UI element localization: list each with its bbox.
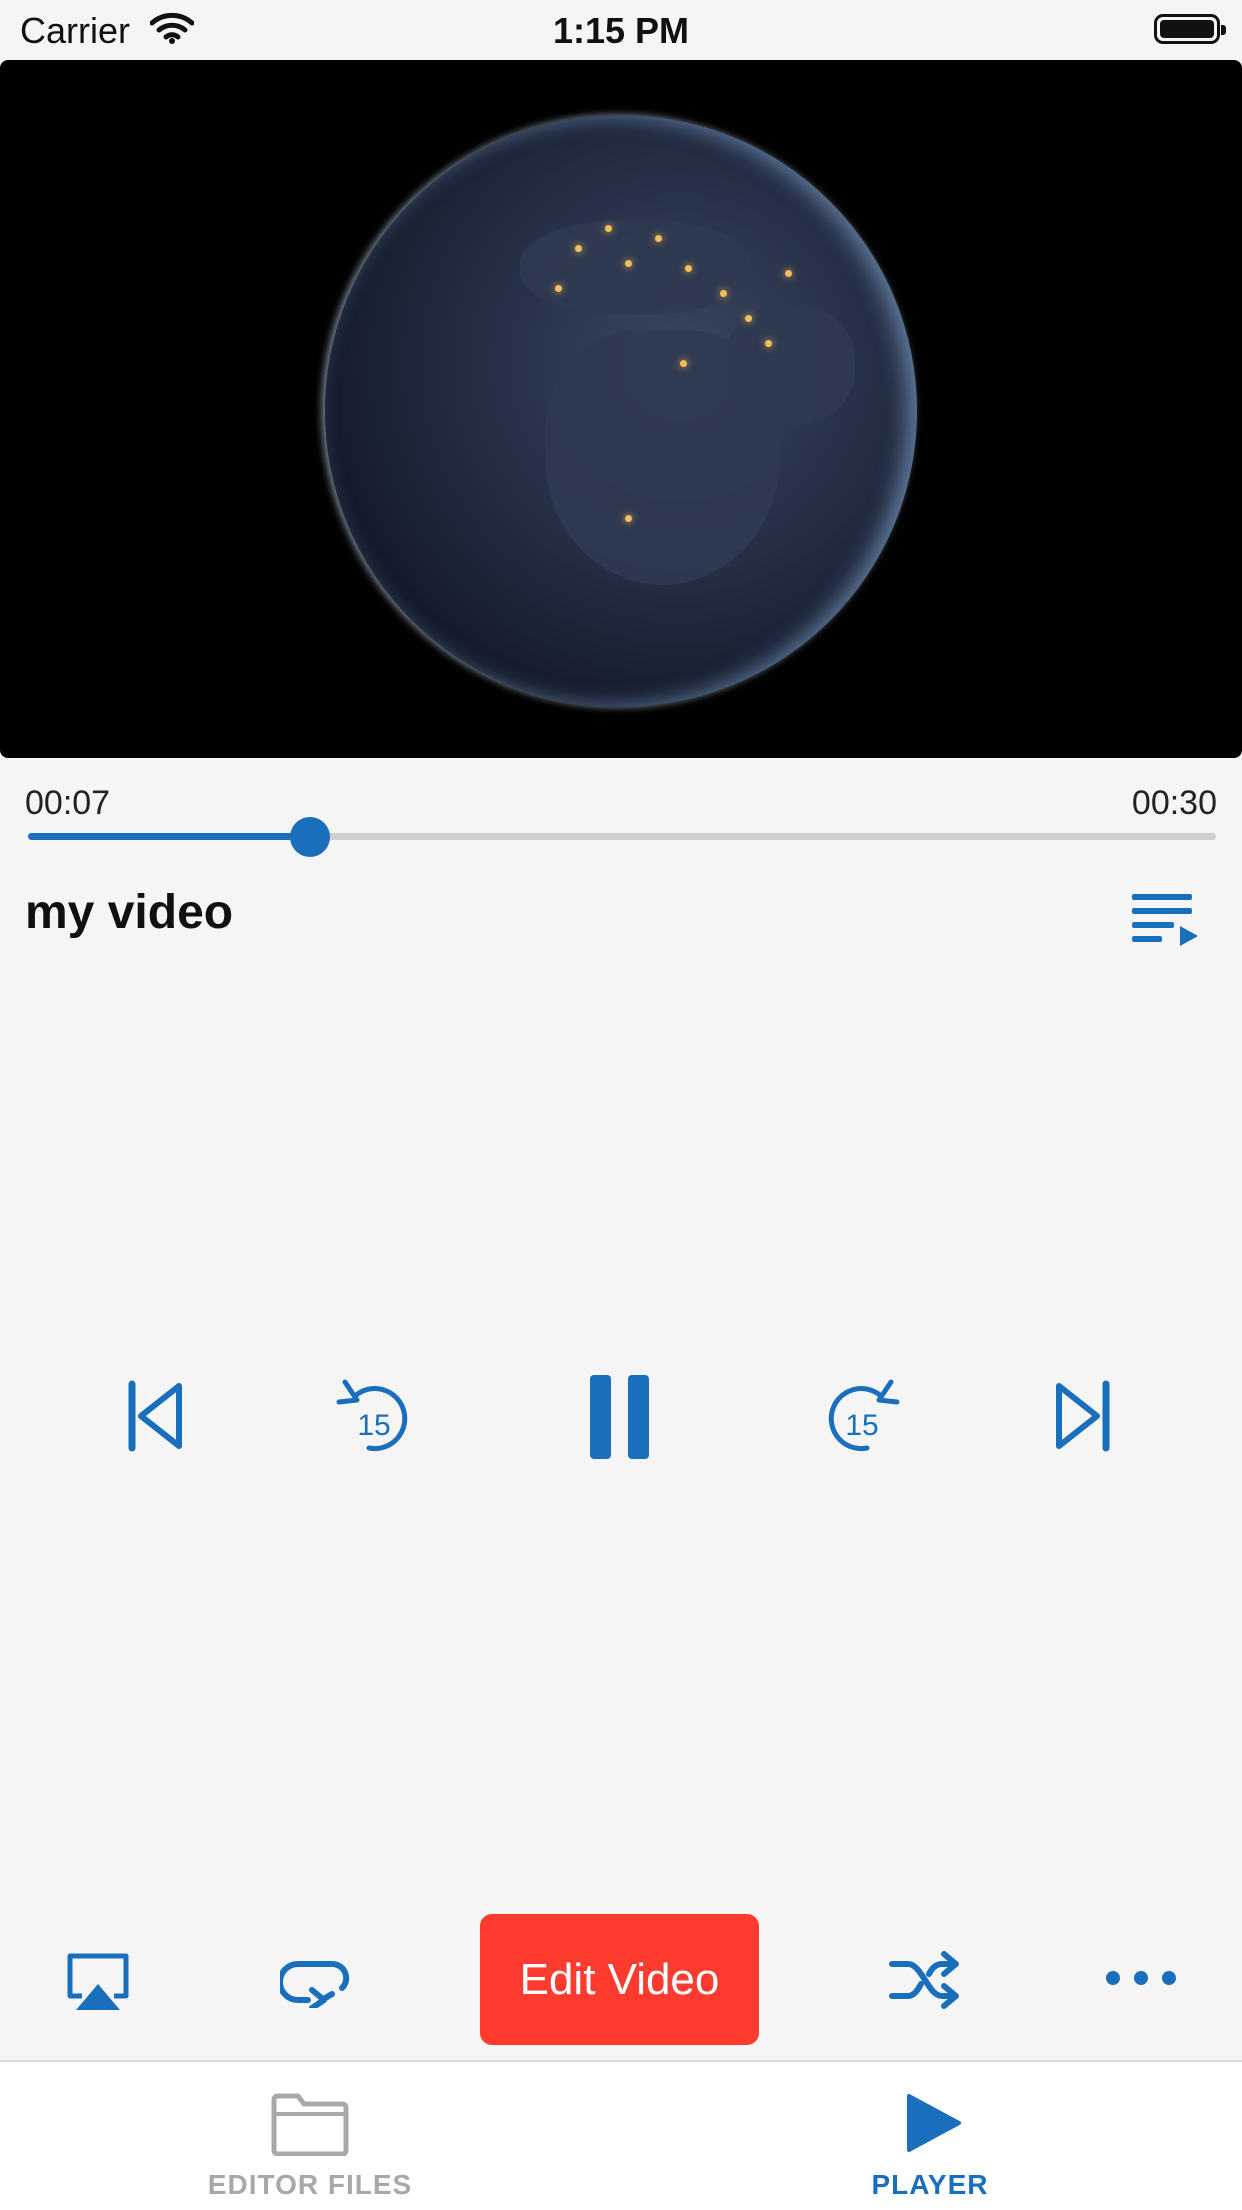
- tab-editor-files[interactable]: EDITOR FILES: [110, 2062, 510, 2210]
- edit-video-button[interactable]: Edit Video: [480, 1914, 759, 2045]
- airplay-icon[interactable]: [66, 1952, 130, 2017]
- pause-icon[interactable]: [588, 1373, 652, 1466]
- tab-player-label: PLAYER: [871, 2169, 989, 2200]
- progress-thumb[interactable]: [289, 817, 330, 857]
- svg-text:15: 15: [357, 1409, 390, 1442]
- clock: 1:15 PM: [552, 10, 690, 51]
- current-time: 00:07: [25, 784, 111, 822]
- video-title: my video: [25, 886, 234, 939]
- shuffle-icon[interactable]: [888, 1950, 962, 2015]
- tab-bar: EDITOR FILES PLAYER: [0, 2060, 1242, 2210]
- folder-icon: [270, 2092, 350, 2161]
- rewind-15-icon[interactable]: 15: [333, 1374, 413, 1463]
- progress-track[interactable]: [28, 833, 1216, 840]
- svg-text:15: 15: [845, 1409, 878, 1442]
- play-icon: [905, 2092, 961, 2159]
- progress-fill: [28, 833, 310, 840]
- earth-image: [325, 115, 917, 707]
- total-time: 00:30: [1131, 784, 1217, 822]
- video-view[interactable]: [0, 60, 1242, 758]
- status-bar: Carrier 1:15 PM: [0, 0, 1242, 60]
- forward-15-icon[interactable]: 15: [823, 1374, 903, 1463]
- tab-editor-files-label: EDITOR FILES: [207, 2169, 413, 2200]
- tab-player[interactable]: PLAYER: [730, 2062, 1130, 2210]
- playlist-queue-icon[interactable]: [1130, 890, 1200, 951]
- battery-icon: [1154, 14, 1226, 44]
- skip-next-icon[interactable]: [1053, 1378, 1115, 1459]
- repeat-icon[interactable]: [277, 1954, 352, 2013]
- skip-previous-icon[interactable]: [123, 1378, 185, 1459]
- more-options-icon[interactable]: [1103, 1968, 1179, 1993]
